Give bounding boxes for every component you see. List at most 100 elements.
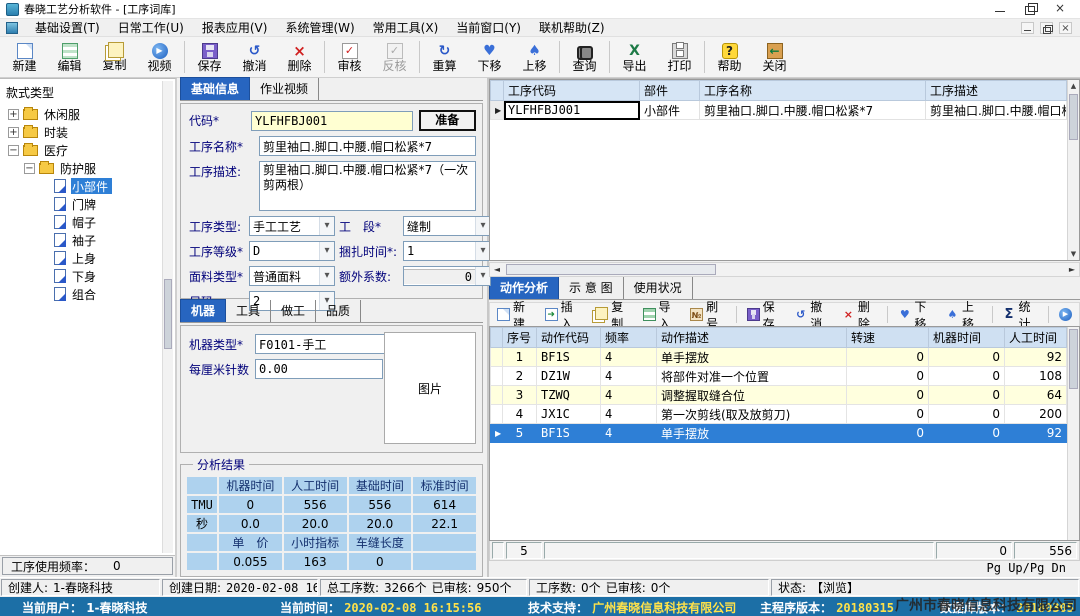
menu-daily-work[interactable]: 日常工作(U) bbox=[109, 18, 193, 37]
tab-workmanship[interactable]: 做工 bbox=[271, 300, 316, 322]
analysis-result-group: 分析结果 机器时间 人工时间 基础时间 标准时间 TMU 0 556 556 bbox=[180, 456, 483, 577]
child-restore-icon[interactable] bbox=[1040, 22, 1053, 34]
menu-basic-settings[interactable]: 基础设置(T) bbox=[26, 18, 109, 37]
tree-item-protective[interactable]: −防护服 bbox=[2, 159, 161, 177]
total-process-value: 3266个 bbox=[384, 579, 427, 596]
extra-factor-select[interactable]: 0▾ bbox=[403, 266, 491, 286]
tree-item-casual[interactable]: +休闲服 bbox=[2, 105, 161, 123]
tab-job-video[interactable]: 作业视频 bbox=[250, 78, 319, 100]
insert-icon: ➜ bbox=[545, 308, 558, 321]
process-name-cell[interactable]: 剪里袖口.脚口.中腰.帽口松紧*7 bbox=[700, 101, 926, 120]
tab-quality[interactable]: 品质 bbox=[316, 300, 361, 322]
edit-button[interactable]: 编辑 bbox=[47, 38, 92, 76]
app-icon bbox=[6, 3, 19, 16]
tab-tool[interactable]: 工具 bbox=[226, 300, 271, 322]
company-watermark: 广州市春晓信息科技有限公司 bbox=[895, 595, 1077, 615]
process-row[interactable]: ▶ YLFHFBJ001 小部件 剪里袖口.脚口.中腰.帽口松紧*7 剪里袖口.… bbox=[491, 101, 1067, 120]
print-icon bbox=[672, 43, 688, 59]
sigma-icon: Σ bbox=[1002, 308, 1015, 321]
tree-header: 款式类型 bbox=[2, 81, 161, 105]
stage-select[interactable]: 缝制▾ bbox=[403, 216, 491, 236]
tree-item-small-parts[interactable]: 小部件 bbox=[2, 177, 161, 195]
tech-support-value: 广州春晓信息科技有限公司 bbox=[592, 601, 736, 615]
undo-button[interactable]: ↺撤消 bbox=[232, 38, 277, 76]
code-input[interactable]: YLFHFBJ001 bbox=[251, 111, 413, 131]
action-summary-row: 5 0 556 bbox=[489, 541, 1080, 561]
child-minimize-icon[interactable] bbox=[1021, 22, 1034, 34]
search-button[interactable]: 查询 bbox=[562, 38, 607, 76]
title-bar: 春晓工艺分析软件 - [工序词库] × bbox=[0, 0, 1080, 19]
scroll-left-icon[interactable]: ◄ bbox=[490, 263, 504, 276]
stitch-density-input[interactable]: 0.00 bbox=[255, 359, 383, 379]
menu-reports[interactable]: 报表应用(V) bbox=[193, 18, 277, 37]
tree-scrollbar[interactable] bbox=[162, 81, 173, 553]
delete-button[interactable]: ×删除 bbox=[277, 38, 322, 76]
new-button[interactable]: 新建 bbox=[2, 38, 47, 76]
process-name-label: 工序名称* bbox=[189, 138, 259, 155]
scroll-right-icon[interactable]: ► bbox=[1065, 263, 1079, 276]
fabric-type-select[interactable]: 普通面料▾ bbox=[249, 266, 335, 286]
recalc-button[interactable]: ↻重算 bbox=[422, 38, 467, 76]
process-grid-hscrollbar[interactable]: ◄ ► bbox=[489, 262, 1080, 277]
tree-item-upper-body[interactable]: 上身 bbox=[2, 249, 161, 267]
restore-icon[interactable] bbox=[1024, 3, 1036, 15]
audit-button[interactable]: ✓审核 bbox=[327, 38, 372, 76]
process-type-select[interactable]: 手工工艺▾ bbox=[249, 216, 335, 236]
process-panel: 工序代码 部件 工序名称 工序描述 ▶ YLFHFBJ001 小部件 剪里袖口.… bbox=[489, 78, 1080, 577]
tree-item-sleeve[interactable]: 袖子 bbox=[2, 231, 161, 249]
print-button[interactable]: 打印 bbox=[657, 38, 702, 76]
tree-item-door-plate[interactable]: 门牌 bbox=[2, 195, 161, 213]
minimize-icon[interactable] bbox=[994, 3, 1006, 15]
expand-icon[interactable]: + bbox=[8, 109, 19, 120]
tab-machine[interactable]: 机器 bbox=[180, 299, 226, 322]
process-code-cell[interactable]: YLFHFBJ001 bbox=[504, 101, 640, 120]
folder-icon bbox=[39, 163, 54, 174]
action-row[interactable]: 1 BF1S 4 单手摆放 0 0 92 bbox=[491, 348, 1067, 367]
process-grid-scrollbar[interactable]: ▲▼ bbox=[1067, 80, 1079, 260]
move-up-button[interactable]: ♠上移 bbox=[512, 38, 557, 76]
help-button[interactable]: ?帮助 bbox=[707, 38, 752, 76]
prepare-button[interactable]: 准备 bbox=[419, 110, 476, 131]
tab-basic-info[interactable]: 基础信息 bbox=[180, 77, 250, 100]
window-title: 春晓工艺分析软件 - [工序词库] bbox=[24, 1, 176, 17]
save-button[interactable]: 保存 bbox=[187, 38, 232, 76]
action-grid-scrollbar[interactable] bbox=[1067, 327, 1079, 540]
expand-icon[interactable]: + bbox=[8, 127, 19, 138]
menu-help[interactable]: 联机帮助(Z) bbox=[530, 18, 614, 37]
action-row-selected[interactable]: ▶ 5 BF1S 4 单手摆放 0 0 92 bbox=[491, 424, 1067, 443]
export-excel-icon: X bbox=[627, 43, 643, 59]
grade-select[interactable]: D▾ bbox=[249, 241, 335, 261]
video-button[interactable]: ▶视频 bbox=[137, 38, 182, 76]
process-part-cell[interactable]: 小部件 bbox=[640, 101, 700, 120]
action-row[interactable]: 2 DZ1W 4 将部件对准一个位置 0 0 108 bbox=[491, 367, 1067, 386]
tree-item-hat[interactable]: 帽子 bbox=[2, 213, 161, 231]
action-row[interactable]: 4 JX1C 4 第一次剪线(取及放剪刀) 0 0 200 bbox=[491, 405, 1067, 424]
menu-current-window[interactable]: 当前窗口(Y) bbox=[447, 18, 530, 37]
move-down-button[interactable]: ♥下移 bbox=[467, 38, 512, 76]
collapse-icon[interactable]: − bbox=[8, 145, 19, 156]
menu-tools[interactable]: 常用工具(X) bbox=[364, 18, 448, 37]
tree-item-medical[interactable]: −医疗 bbox=[2, 141, 161, 159]
bundle-time-select[interactable]: 1▾ bbox=[403, 241, 491, 261]
tree-item-combo[interactable]: 组合 bbox=[2, 285, 161, 303]
tree-item-lower-body[interactable]: 下身 bbox=[2, 267, 161, 285]
detail-panel: 基础信息 作业视频 代码* YLFHFBJ001 准备 工序名称* 剪里袖口.脚… bbox=[177, 78, 489, 577]
process-desc-cell[interactable]: 剪里袖口.脚口.中腰.帽口松紧*7（一次剪两根） bbox=[926, 101, 1067, 120]
action-row[interactable]: 3 TZWQ 4 调整握取缝合位 0 0 64 bbox=[491, 386, 1067, 405]
close-icon[interactable]: × bbox=[1054, 3, 1066, 15]
menu-system[interactable]: 系统管理(W) bbox=[276, 18, 363, 37]
export-button[interactable]: X导出 bbox=[612, 38, 657, 76]
process-desc-input[interactable]: 剪里袖口.脚口.中腰.帽口松紧*7（一次剪两根） bbox=[259, 161, 476, 211]
folder-icon bbox=[23, 109, 38, 120]
action-play-button[interactable]: ▶ bbox=[1054, 306, 1077, 323]
tree-item-fashion[interactable]: +时装 bbox=[2, 123, 161, 141]
new-doc-icon bbox=[17, 43, 33, 59]
mdi-child-icon[interactable] bbox=[6, 22, 18, 34]
current-time-label: 当前时间： bbox=[280, 601, 340, 615]
child-close-icon[interactable]: × bbox=[1059, 22, 1072, 34]
close-window-button[interactable]: ←关闭 bbox=[752, 38, 797, 76]
process-name-input[interactable]: 剪里袖口.脚口.中腰.帽口松紧*7 bbox=[259, 136, 476, 156]
copy-button[interactable]: 复制 bbox=[92, 38, 137, 76]
collapse-icon[interactable]: − bbox=[24, 163, 35, 174]
move-down-icon: ♥ bbox=[898, 308, 911, 321]
